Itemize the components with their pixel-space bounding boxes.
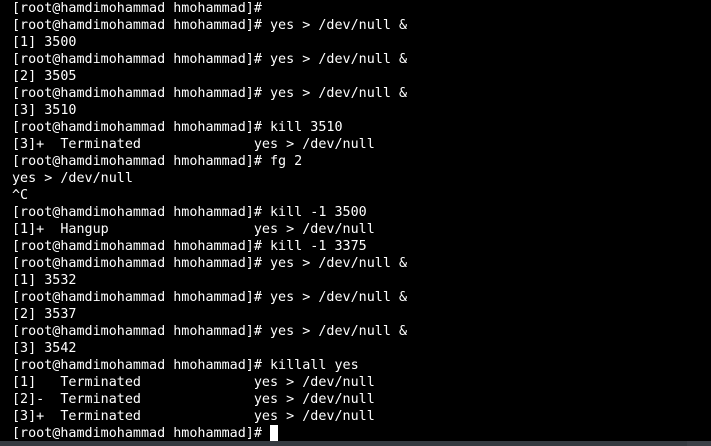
terminal-line: yes > /dev/null: [12, 171, 133, 186]
text-cursor: [269, 425, 278, 441]
terminal-line: [root@hamdimohammad hmohammad]#: [12, 1, 262, 16]
terminal-line: [root@hamdimohammad hmohammad]# killall …: [12, 358, 359, 373]
terminal-line: [2]- Terminated yes > /dev/null: [12, 392, 375, 407]
terminal-line: [root@hamdimohammad hmohammad]# kill -1 …: [12, 239, 367, 254]
terminal-line: [root@hamdimohammad hmohammad]# yes > /d…: [12, 256, 408, 271]
terminal-line: [2] 3505: [12, 69, 77, 84]
terminal-line: [3] 3542: [12, 341, 77, 356]
terminal-window[interactable]: [root@hamdimohammad hmohammad]# [root@ha…: [0, 0, 711, 446]
terminal-line: [3]+ Terminated yes > /dev/null: [12, 409, 375, 424]
terminal-line: ^C: [12, 188, 29, 203]
terminal-line: [root@hamdimohammad hmohammad]# yes > /d…: [12, 52, 408, 67]
terminal-line: [root@hamdimohammad hmohammad]# yes > /d…: [12, 324, 408, 339]
terminal-line: [root@hamdimohammad hmohammad]# yes > /d…: [12, 86, 408, 101]
terminal-line: [1] 3500: [12, 35, 77, 50]
terminal-line: [1] 3532: [12, 273, 77, 288]
terminal-line: [root@hamdimohammad hmohammad]# fg 2: [12, 154, 303, 169]
terminal-line: [root@hamdimohammad hmohammad]# yes > /d…: [12, 18, 408, 33]
terminal-line: [3] 3510: [12, 103, 77, 118]
terminal-line: [root@hamdimohammad hmohammad]# kill 351…: [12, 120, 343, 135]
terminal-line: [2] 3537: [12, 307, 77, 322]
bottom-corner: [687, 441, 711, 446]
terminal-prompt-line[interactable]: [root@hamdimohammad hmohammad]#: [12, 425, 711, 442]
terminal-line: [1] Terminated yes > /dev/null: [12, 375, 375, 390]
terminal-line: [root@hamdimohammad hmohammad]# yes > /d…: [12, 290, 408, 305]
terminal-line: [root@hamdimohammad hmohammad]# kill -1 …: [12, 205, 367, 220]
prompt-text: [root@hamdimohammad hmohammad]#: [12, 426, 270, 441]
terminal-line: [1]+ Hangup yes > /dev/null: [12, 222, 375, 237]
scrollbar[interactable]: [707, 0, 711, 446]
terminal-line: [3]+ Terminated yes > /dev/null: [12, 137, 375, 152]
bottom-border: [0, 441, 711, 446]
